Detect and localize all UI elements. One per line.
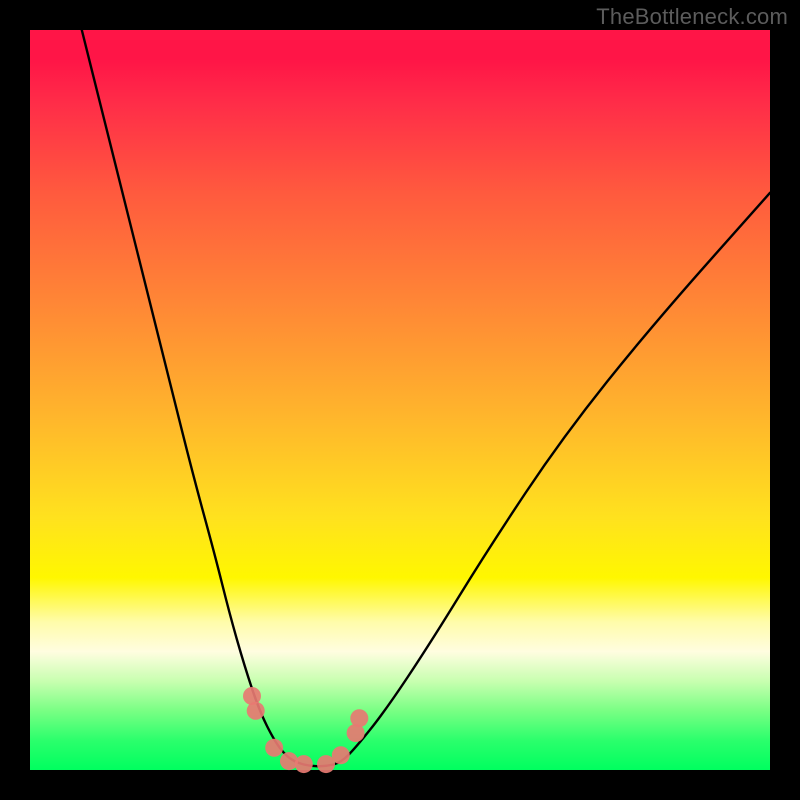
curve-marker <box>350 709 368 727</box>
curve-marker <box>247 702 265 720</box>
marker-group <box>243 687 368 773</box>
curve-marker <box>265 739 283 757</box>
bottleneck-curve-path <box>82 30 770 766</box>
chart-frame: TheBottleneck.com <box>0 0 800 800</box>
curve-marker <box>332 746 350 764</box>
curve-layer <box>30 30 770 770</box>
curve-marker <box>295 755 313 773</box>
plot-area <box>30 30 770 770</box>
curve-marker <box>280 752 298 770</box>
watermark-text: TheBottleneck.com <box>596 4 788 30</box>
